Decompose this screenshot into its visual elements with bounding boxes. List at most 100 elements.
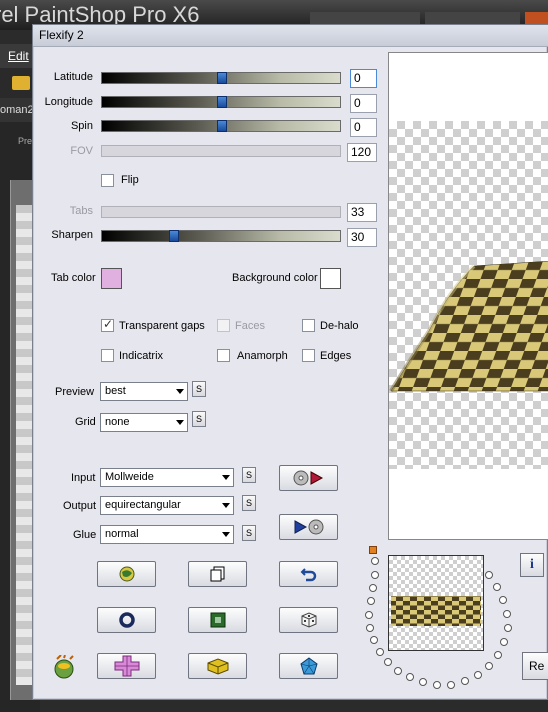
navigator-dot[interactable] [365,611,373,619]
randomize-button[interactable] [97,561,156,587]
navigator-dot[interactable] [503,610,511,618]
navigator-dot[interactable] [447,681,455,689]
navigator-dot[interactable] [367,597,375,605]
dice-button[interactable] [279,607,338,633]
fov-slider [101,145,341,157]
glue-select[interactable]: normal [100,525,234,544]
navigator-dot[interactable] [419,678,427,686]
longitude-slider[interactable] [101,96,341,108]
spin-slider[interactable] [101,120,341,132]
sharpen-slider[interactable] [101,230,341,242]
navigator-dot[interactable] [370,636,378,644]
chevron-down-icon [222,503,230,508]
navigator-dot[interactable] [474,671,482,679]
anamorph-checkbox[interactable] [217,349,230,362]
reset-button[interactable]: Re [522,652,548,680]
preview-image [389,261,548,393]
chip-button[interactable] [188,607,247,633]
tab-color-label: Tab color [51,272,96,284]
pentagon-button[interactable] [279,653,338,679]
navigator-image [391,596,481,626]
play-disc-icon [294,519,323,535]
preview-canvas[interactable] [388,52,548,540]
globe-icon [119,566,134,582]
save-preset-button[interactable] [279,514,338,540]
host-tab-label: oman2 [0,104,34,116]
tab-color-swatch[interactable] [101,268,122,289]
chevron-down-icon [222,532,230,537]
ring-button[interactable] [97,607,156,633]
host-menu-edit[interactable]: Edit [8,49,29,63]
grid-s-button[interactable]: S [192,411,206,427]
spin-slider-thumb[interactable] [217,120,227,132]
navigator-dot[interactable] [433,681,441,689]
latitude-slider-thumb[interactable] [217,72,227,84]
input-s-button[interactable]: S [242,467,256,483]
tabs-field[interactable]: 33 [347,203,377,222]
navigator-dot[interactable] [371,571,379,579]
longitude-field[interactable]: 0 [350,94,377,113]
load-preset-button[interactable] [279,465,338,491]
navigator-corner[interactable] [369,546,377,554]
cross-button[interactable] [97,653,156,679]
glue-label: Glue [73,529,97,541]
longitude-slider-thumb[interactable] [217,96,227,108]
indicatrix-label: Indicatrix [119,350,164,362]
navigator-dot[interactable] [371,557,379,565]
navigator-dot[interactable] [384,658,392,666]
navigator-dot[interactable] [406,673,414,681]
navigator-dot[interactable] [500,638,508,646]
flip-checkbox[interactable] [101,174,114,187]
faces-label: Faces [235,320,265,332]
info-button[interactable]: i [520,553,544,577]
transparent-gaps-checkbox[interactable] [101,317,114,332]
undo-button[interactable] [279,561,338,587]
output-select[interactable]: equirectangular [100,496,234,515]
background-color-swatch[interactable] [320,268,341,289]
navigator-dot[interactable] [461,677,469,685]
navigator-thumbnail[interactable] [388,555,484,651]
navigator-dot[interactable] [394,667,402,675]
input-select[interactable]: Mollweide [100,468,234,487]
output-label: Output [63,500,97,512]
latitude-label: Latitude [53,71,93,83]
edges-checkbox[interactable] [302,349,315,362]
navigator-dot[interactable] [366,624,374,632]
pentagon-icon [299,657,318,675]
output-s-button[interactable]: S [242,495,256,511]
latitude-field[interactable]: 0 [350,69,377,88]
navigator-dot[interactable] [494,651,502,659]
edges-label: Edges [320,350,352,362]
navigator-dot[interactable] [504,624,512,632]
navigator-dot[interactable] [369,584,377,592]
de-halo-checkbox[interactable] [302,319,315,332]
preview-s-button[interactable]: S [192,381,206,397]
transparent-gaps-label: Transparent gaps [119,320,205,332]
navigator-dot[interactable] [376,648,384,656]
preview-select[interactable]: best [100,382,188,401]
navigator-dot[interactable] [485,571,493,579]
spin-field[interactable]: 0 [350,118,377,137]
sharpen-field[interactable]: 30 [347,228,377,247]
chevron-down-icon [176,420,184,425]
sharpen-slider-thumb[interactable] [169,230,179,242]
navigator-dot[interactable] [485,662,493,670]
tabs-slider [101,206,341,218]
latitude-slider[interactable] [101,72,341,84]
fov-field[interactable]: 120 [347,143,377,162]
ring-icon [118,612,135,628]
copy-button[interactable] [188,561,247,587]
dialog-title-bar[interactable]: Flexify 2 [33,25,548,47]
cube-button[interactable] [188,653,247,679]
grid-select[interactable]: none [100,413,188,432]
de-halo-label: De-halo [320,320,359,332]
navigator-dot[interactable] [493,583,501,591]
indicatrix-checkbox[interactable] [101,349,114,362]
folder-icon[interactable] [12,76,30,90]
flip-label: Flip [121,174,139,186]
chevron-down-icon [176,389,184,394]
navigator-dot[interactable] [499,596,507,604]
undo-arrow-icon [300,568,316,582]
glue-s-button[interactable]: S [242,525,256,541]
flexify-dialog: Flexify 2 Latitude 0 Longitude 0 Spin 0 … [32,24,548,700]
